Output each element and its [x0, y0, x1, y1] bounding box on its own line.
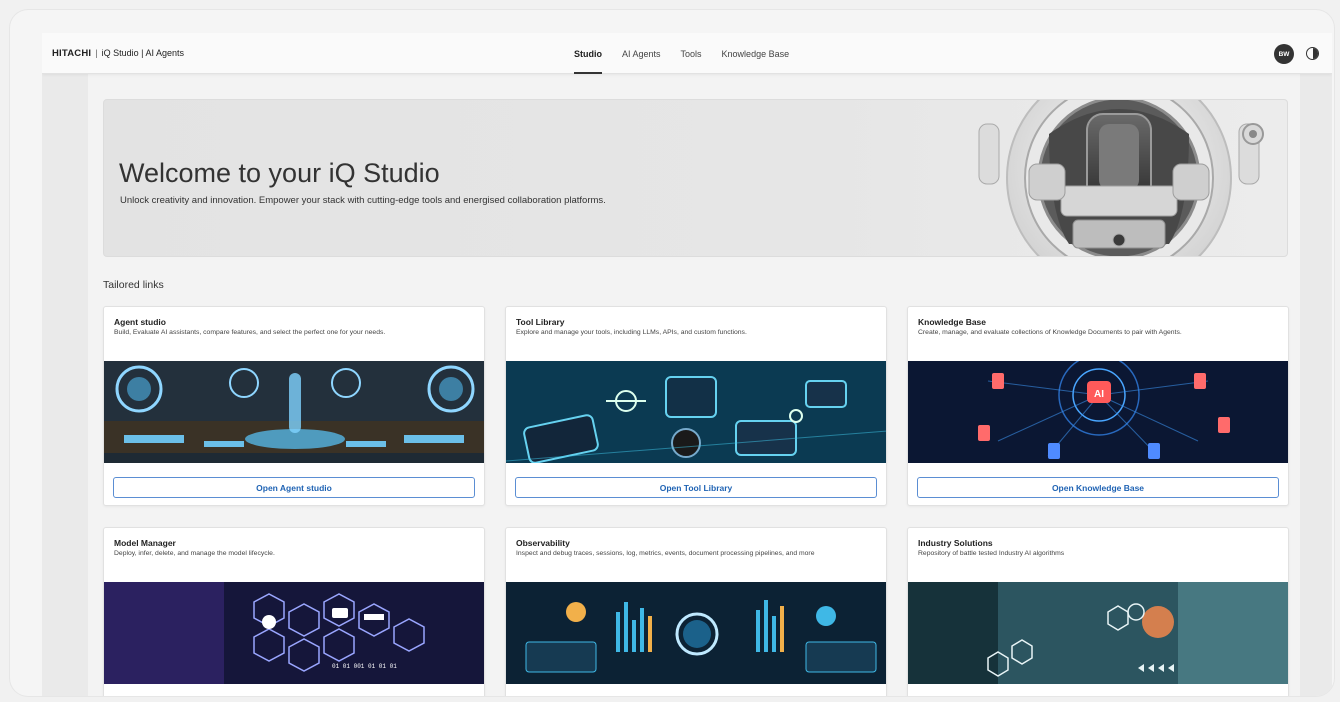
card-title: Agent studio — [114, 317, 166, 327]
main-content: Welcome to your iQ Studio Unlock creativ… — [88, 74, 1300, 696]
card-observability: Observability Inspect and debug traces, … — [505, 527, 887, 696]
industry-solutions-illustration — [908, 582, 1288, 684]
card-tool-library: Tool Library Explore and manage your too… — [505, 306, 887, 506]
brand[interactable]: HITACHI | iQ Studio | AI Agents — [52, 48, 184, 59]
welcome-banner: Welcome to your iQ Studio Unlock creativ… — [103, 99, 1288, 257]
hero-subtitle: Unlock creativity and innovation. Empowe… — [120, 195, 606, 206]
open-agent-studio-button[interactable]: Open Agent studio — [113, 477, 475, 498]
ai-badge: AI — [1094, 389, 1104, 400]
open-knowledge-base-button[interactable]: Open Knowledge Base — [917, 477, 1279, 498]
card-title: Observability — [516, 538, 570, 548]
nav-tab-knowledge-base[interactable]: Knowledge Base — [712, 33, 800, 74]
card-title: Tool Library — [516, 317, 565, 327]
main-nav: Studio AI Agents Tools Knowledge Base — [564, 33, 799, 74]
hero-title: Welcome to your iQ Studio — [119, 158, 440, 188]
tool-library-illustration — [506, 361, 886, 463]
card-title: Model Manager — [114, 538, 176, 548]
contrast-icon[interactable] — [1306, 47, 1319, 60]
card-description: Repository of battle tested Industry AI … — [918, 550, 1065, 557]
observability-illustration — [506, 582, 886, 684]
user-avatar[interactable]: BW — [1274, 44, 1294, 64]
card-title: Knowledge Base — [918, 317, 987, 327]
card-industry-solutions: Industry Solutions Repository of battle … — [907, 527, 1289, 696]
card-description: Deploy, infer, delete, and manage the mo… — [114, 550, 275, 557]
card-title: Industry Solutions — [918, 538, 993, 548]
model-manager-illustration: 01 01 001 01 01 01 — [104, 582, 484, 684]
card-description: Explore and manage your tools, including… — [516, 329, 747, 336]
card-description: Inspect and debug traces, sessions, log,… — [516, 550, 815, 557]
knowledge-base-illustration: AI — [908, 361, 1288, 463]
hitachi-logo: HITACHI — [52, 48, 92, 59]
card-description: Build, Evaluate AI assistants, compare f… — [114, 329, 386, 336]
nav-tab-ai-agents[interactable]: AI Agents — [612, 33, 671, 74]
top-bar: HITACHI | iQ Studio | AI Agents Studio AI … — [42, 33, 1332, 74]
binary-text: 01 01 001 01 01 01 — [332, 663, 397, 670]
section-title-tailored-links: Tailored links — [103, 279, 164, 291]
nav-tab-tools[interactable]: Tools — [671, 33, 712, 74]
brand-separator: | — [95, 48, 98, 58]
open-tool-library-button[interactable]: Open Tool Library — [515, 477, 877, 498]
pod-chair-illustration — [978, 100, 1264, 256]
app-name: iQ Studio | AI Agents — [101, 48, 184, 58]
card-description: Create, manage, and evaluate collections… — [918, 329, 1182, 336]
card-agent-studio: Agent studio Build, Evaluate AI assistan… — [103, 306, 485, 506]
agent-studio-illustration — [104, 361, 484, 463]
app-frame: HITACHI | iQ Studio | AI Agents Studio AI … — [10, 10, 1334, 696]
nav-tab-studio[interactable]: Studio — [564, 33, 612, 74]
card-knowledge-base: Knowledge Base Create, manage, and evalu… — [907, 306, 1289, 506]
card-model-manager: Model Manager Deploy, infer, delete, and… — [103, 527, 485, 696]
app-window: HITACHI | iQ Studio | AI Agents Studio AI … — [42, 33, 1332, 696]
